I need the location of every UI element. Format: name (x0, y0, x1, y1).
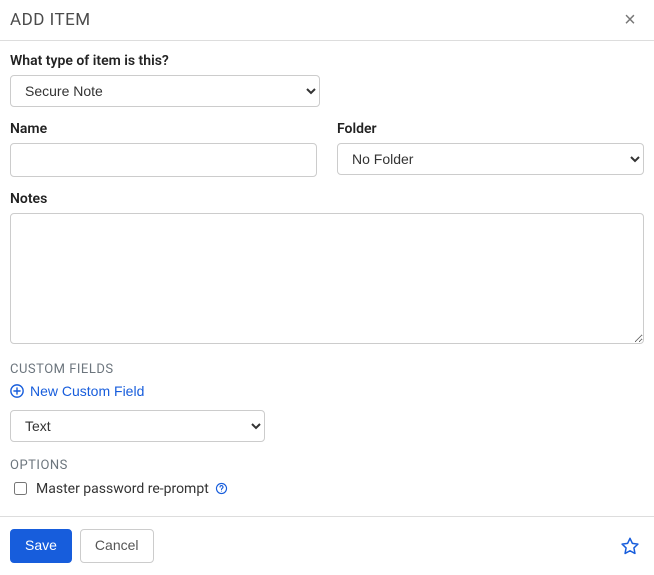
reprompt-row: Master password re-prompt (10, 479, 644, 498)
new-custom-field-label: New Custom Field (30, 383, 144, 399)
help-icon[interactable] (215, 482, 229, 496)
options-section: OPTIONS Master password re-prompt (10, 458, 644, 498)
add-item-modal: ADD ITEM × What type of item is this? Se… (0, 0, 654, 575)
item-type-select[interactable]: Secure Note (10, 75, 320, 107)
modal-title: ADD ITEM (10, 10, 91, 30)
folder-select[interactable]: No Folder (337, 143, 644, 175)
options-heading: OPTIONS (10, 458, 644, 473)
notes-textarea[interactable] (10, 213, 644, 345)
name-label: Name (10, 121, 317, 137)
modal-footer: Save Cancel (0, 516, 654, 575)
name-folder-row: Name Folder No Folder (10, 121, 644, 191)
star-icon (620, 536, 640, 556)
reprompt-checkbox[interactable] (14, 482, 27, 495)
custom-field-type-select[interactable]: Text (10, 410, 265, 442)
custom-fields-heading: CUSTOM FIELDS (10, 362, 644, 377)
cancel-button[interactable]: Cancel (80, 529, 154, 563)
item-type-group: What type of item is this? Secure Note (10, 53, 644, 107)
notes-label: Notes (10, 191, 644, 207)
modal-body: What type of item is this? Secure Note N… (0, 41, 654, 516)
folder-group: Folder No Folder (337, 121, 644, 177)
item-type-label: What type of item is this? (10, 53, 644, 69)
name-input[interactable] (10, 143, 317, 177)
notes-group: Notes (10, 191, 644, 349)
modal-header: ADD ITEM × (0, 0, 654, 41)
folder-label: Folder (337, 121, 644, 137)
save-button[interactable]: Save (10, 529, 72, 563)
close-button[interactable]: × (620, 10, 640, 30)
favorite-button[interactable] (616, 532, 644, 560)
new-custom-field-button[interactable]: New Custom Field (10, 383, 144, 399)
reprompt-label: Master password re-prompt (36, 481, 209, 497)
custom-fields-section: CUSTOM FIELDS New Custom Field Text (10, 362, 644, 442)
plus-circle-icon (10, 384, 24, 398)
close-icon: × (624, 9, 636, 31)
name-group: Name (10, 121, 317, 177)
